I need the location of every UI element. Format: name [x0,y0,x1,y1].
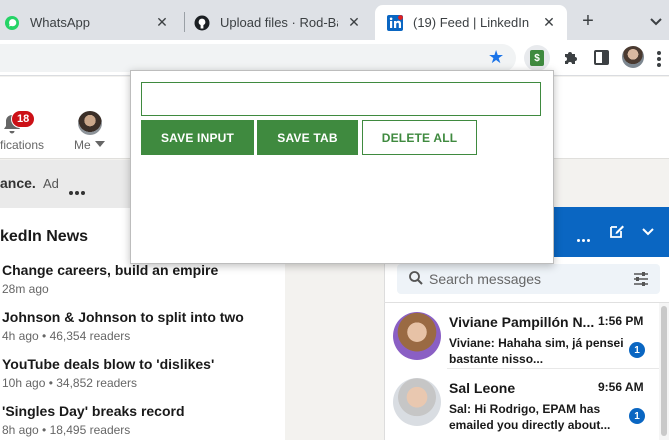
conversation-preview: Viviane: Hahaha sim, já pensei bastante … [449,336,624,366]
conversation-time: 9:56 AM [598,380,644,394]
me-label[interactable]: Me [74,138,91,152]
me-avatar[interactable] [78,111,102,135]
close-tab-icon[interactable]: ✕ [154,14,170,31]
tab-title: (19) Feed | LinkedIn [413,15,530,30]
address-bar[interactable] [0,44,516,72]
tab-title: Upload files · Rod-Barl [220,15,338,30]
tab-whatsapp[interactable]: WhatsApp ✕ [0,5,180,40]
save-input-button[interactable]: SAVE INPUT [141,120,254,155]
news-headline[interactable]: YouTube deals blow to 'dislikes' [2,356,282,373]
new-tab-button[interactable]: + [578,10,598,33]
delete-all-button[interactable]: DELETE ALL [362,120,477,155]
news-item[interactable]: Change careers, build an empire 28m ago [2,262,282,296]
tab-title: WhatsApp [30,15,90,30]
chevron-down-icon[interactable] [640,223,656,239]
search-input[interactable]: Search messages [429,271,541,287]
news-item[interactable]: YouTube deals blow to 'dislikes' 10h ago… [2,356,282,390]
ad-label: Ad [43,176,59,191]
conversation-preview: Sal: Hi Rodrigo, EPAM has emailed you di… [449,402,611,432]
close-tab-icon[interactable]: ✕ [541,14,557,31]
conversation-item[interactable]: Viviane Pampillón N... 1:56 PM Viviane: … [392,312,657,376]
unread-badge: 1 [629,342,645,358]
whatsapp-icon [4,15,20,31]
conversation-item[interactable]: Sal Leone 9:56 AM Sal: Hi Rodrigo, EPAM … [392,378,657,440]
messaging-options-icon[interactable] [577,229,592,247]
notifications-badge: 18 [11,110,36,128]
tab-search-icon[interactable] [648,14,664,28]
news-meta: 4h ago • 46,354 readers [2,329,131,343]
tab-linkedin[interactable]: (19) Feed | LinkedIn ✕ [375,5,567,40]
extension-button[interactable]: $ [524,45,550,71]
unread-badge: 1 [629,408,645,424]
news-meta: 10h ago • 34,852 readers [2,376,137,390]
divider [447,368,659,369]
conversation-name: Viviane Pampillón N... [449,314,595,330]
news-meta: 8h ago • 18,495 readers [2,423,131,437]
compose-icon[interactable] [609,223,625,239]
tab-github[interactable]: Upload files · Rod-Barl ✕ [186,5,372,40]
filter-icon[interactable] [633,271,649,287]
notifications-label[interactable]: fications [0,138,44,152]
ad-text: ance. [0,175,36,191]
news-item[interactable]: Johnson & Johnson to split into two 4h a… [2,309,282,343]
close-tab-icon[interactable]: ✕ [346,14,362,31]
conversation-name: Sal Leone [449,380,516,396]
news-item[interactable]: 'Singles Day' breaks record 8h ago • 18,… [2,403,282,437]
scrollbar-thumb[interactable] [661,306,667,436]
extensions-puzzle-icon[interactable] [562,49,580,67]
news-headline[interactable]: Change careers, build an empire [2,262,282,279]
divider [384,302,669,303]
linkedin-icon [387,14,403,31]
more-options-icon[interactable] [69,182,87,200]
browser-menu-icon[interactable] [657,51,661,69]
lead-input[interactable] [141,82,541,116]
side-panel-icon[interactable] [594,50,609,65]
chevron-down-icon[interactable] [95,141,105,147]
save-tab-button[interactable]: SAVE TAB [257,120,358,155]
conversation-time: 1:56 PM [598,314,644,328]
profile-avatar[interactable] [622,46,644,68]
news-meta: 28m ago [2,282,49,296]
tab-separator [184,12,185,32]
avatar [393,312,441,360]
search-icon [409,271,423,285]
news-headline[interactable]: 'Singles Day' breaks record [2,403,282,420]
bookmark-star-icon[interactable]: ★ [488,47,504,68]
dollar-extension-icon: $ [530,50,544,66]
avatar [393,378,441,426]
github-icon [194,15,210,31]
news-headline[interactable]: Johnson & Johnson to split into two [2,309,282,326]
news-title: kedIn News [0,228,89,245]
